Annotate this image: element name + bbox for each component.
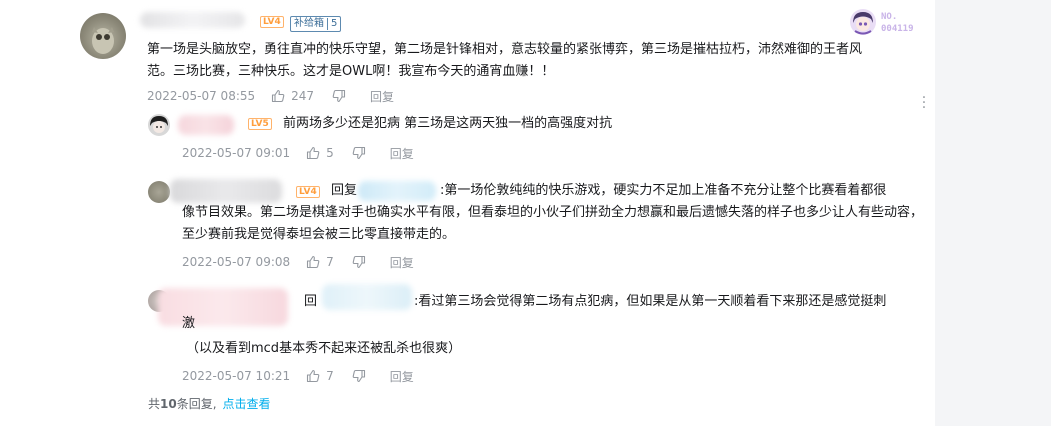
reply-time: 2022-05-07 10:21 (182, 369, 291, 383)
main-comment-text: 第一场是头脑放空，勇往直冲的快乐守望，第二场是针锋相对，意志较量的紧张博弈，第三… (147, 42, 863, 79)
like-icon[interactable] (306, 255, 320, 269)
like-icon[interactable] (306, 369, 320, 383)
reply-username[interactable] (170, 179, 282, 203)
reply-to-prefix: 回 (304, 294, 318, 309)
main-comment-level-badge: LV4 (260, 16, 284, 28)
reply-avatar[interactable] (148, 114, 170, 136)
reply-to-prefix: 回复 (331, 183, 358, 198)
dislike-icon[interactable] (352, 255, 366, 269)
dislike-icon[interactable] (352, 146, 366, 160)
reply-text-line-2: 激 (182, 316, 196, 331)
reply-time: 2022-05-07 09:08 (182, 255, 291, 269)
fan-medal-badge[interactable]: 补给箱 5 (290, 16, 342, 32)
reply-to-username[interactable] (322, 284, 412, 310)
decoration-badge[interactable]: NO. 004119 (848, 7, 924, 37)
like-icon[interactable] (271, 89, 285, 103)
dislike-icon[interactable] (332, 89, 346, 103)
view-all-replies-link[interactable]: 点击查看 (223, 397, 271, 411)
reply-avatar[interactable] (148, 181, 170, 203)
decoration-no-value: 004119 (881, 24, 914, 34)
reply-reply-button[interactable]: 回复 (390, 145, 414, 162)
reply-meta: 2022-05-07 09:08 7 回复 (182, 254, 414, 270)
main-comment-avatar[interactable] (80, 13, 126, 59)
reply-username[interactable] (158, 288, 288, 326)
comment-panel: LV4 补给箱 5 NO. 004119 第一场是头脑放空，勇往直冲的快乐守望，… (0, 0, 935, 426)
reply-to-username[interactable] (358, 181, 436, 201)
reply-count-prefix: 共 (148, 397, 161, 411)
reply-like-count: 5 (326, 146, 334, 160)
more-options-icon[interactable]: · · · (920, 91, 928, 115)
decoration-no-label: NO. (881, 12, 898, 22)
dislike-icon[interactable] (352, 369, 366, 383)
main-comment-username[interactable] (140, 12, 245, 28)
like-icon[interactable] (306, 146, 320, 160)
main-comment-reply-button[interactable]: 回复 (370, 88, 394, 105)
main-comment-time: 2022-05-07 08:55 (147, 89, 256, 103)
reply-text: 前两场多少还是犯病 第三场是这两天独一档的高强度对抗 (283, 116, 613, 131)
reply-username[interactable] (178, 115, 234, 135)
fan-medal-level: 5 (327, 18, 341, 30)
reply-text-line-1: :看过第三场会觉得第二场有点犯病，但如果是从第一天顺着看下来那还是感觉挺刺 (414, 294, 887, 309)
reply-like-count: 7 (326, 369, 334, 383)
reply-count-footer: 共10条回复, 点击查看 (148, 395, 271, 412)
reply-text-line-1: :第一场伦敦纯纯的快乐游戏，硬实力不足加上准备不充分让整个比赛看着都很 (440, 183, 887, 198)
decoration-character-icon (850, 9, 876, 35)
reply-level-badge: LV5 (248, 118, 272, 130)
reply-meta: 2022-05-07 10:21 7 回复 (182, 368, 414, 384)
reply-reply-button[interactable]: 回复 (390, 368, 414, 385)
main-comment-like-count: 247 (291, 89, 315, 103)
fan-medal-name: 补给箱 (294, 18, 324, 29)
reply-level-badge: LV4 (296, 186, 320, 198)
reply-text-line-3: （以及看到mcd基本秀不起来还被乱杀也很爽） (186, 341, 462, 356)
reply-meta: 2022-05-07 09:01 5 回复 (182, 145, 414, 161)
reply-count-suffix: 条回复, (176, 397, 217, 411)
reply-like-count: 7 (326, 255, 334, 269)
reply-count-number: 10 (160, 397, 177, 411)
reply-reply-button[interactable]: 回复 (390, 254, 414, 271)
main-comment-meta: 2022-05-07 08:55 247 回复 (147, 88, 394, 104)
reply-text: 像节目效果。第二场是棋逢对手也确实水平有限，但看泰坦的小伙子们拼劲全力想赢和最后… (182, 205, 924, 242)
reply-time: 2022-05-07 09:01 (182, 146, 291, 160)
